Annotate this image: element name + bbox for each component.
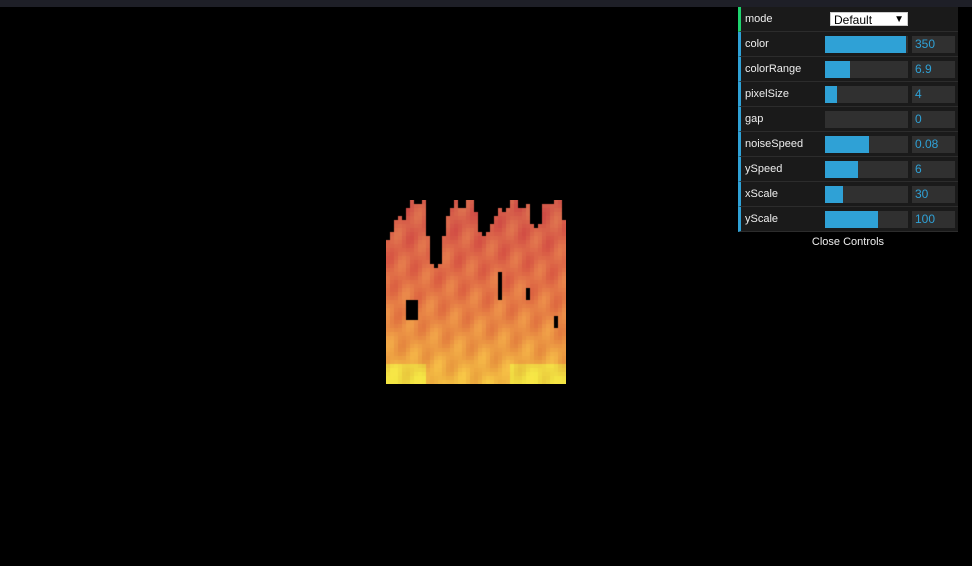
color-label: color [745,38,769,50]
mode-select-value: Default [834,13,873,27]
colorrange-label: colorRange [745,63,802,75]
xscale-control: xScale 30 [738,182,958,207]
control-panel: mode Default ▼ color 350 colorRange 6.9 … [738,7,958,252]
xscale-label: xScale [745,188,779,200]
mode-select[interactable]: Default ▼ [830,12,908,27]
yscale-control: yScale 100 [738,207,958,232]
noisespeed-control: noiseSpeed 0.08 [738,132,958,157]
noisespeed-label: noiseSpeed [745,138,804,150]
noisespeed-slider[interactable] [825,136,908,153]
gap-control: gap 0 [738,107,958,132]
yscale-slider[interactable] [825,211,908,228]
pixelsize-slider-fill [825,86,837,103]
xscale-slider[interactable] [825,186,908,203]
yspeed-label: ySpeed [745,163,783,175]
xscale-slider-fill [825,186,844,203]
yscale-slider-fill [825,211,879,228]
chevron-down-icon: ▼ [894,14,904,25]
yspeed-slider-fill [825,161,859,178]
color-control: color 350 [738,32,958,57]
colorrange-slider-fill [825,61,850,78]
close-controls-button[interactable]: Close Controls [738,232,958,252]
colorrange-value-input[interactable]: 6.9 [912,61,955,78]
browser-top-bar [0,0,972,7]
pixelsize-value-input[interactable]: 4 [912,86,955,103]
flame-canvas [386,200,566,384]
gap-slider[interactable] [825,111,908,128]
pixelsize-label: pixelSize [745,88,790,100]
color-slider-fill [825,36,906,53]
gap-value-input[interactable]: 0 [912,111,955,128]
xscale-value-input[interactable]: 30 [912,186,955,203]
noisespeed-value-input[interactable]: 0.08 [912,136,955,153]
noisespeed-slider-fill [825,136,869,153]
pixelsize-control: pixelSize 4 [738,82,958,107]
yspeed-control: ySpeed 6 [738,157,958,182]
colorrange-slider[interactable] [825,61,908,78]
yscale-label: yScale [745,213,779,225]
color-value-input[interactable]: 350 [912,36,955,53]
color-slider[interactable] [825,36,908,53]
mode-control: mode Default ▼ [738,7,958,32]
mode-label: mode [745,13,773,25]
yspeed-slider[interactable] [825,161,908,178]
yscale-value-input[interactable]: 100 [912,211,955,228]
pixelsize-slider[interactable] [825,86,908,103]
colorrange-control: colorRange 6.9 [738,57,958,82]
gap-label: gap [745,113,764,125]
yspeed-value-input[interactable]: 6 [912,161,955,178]
